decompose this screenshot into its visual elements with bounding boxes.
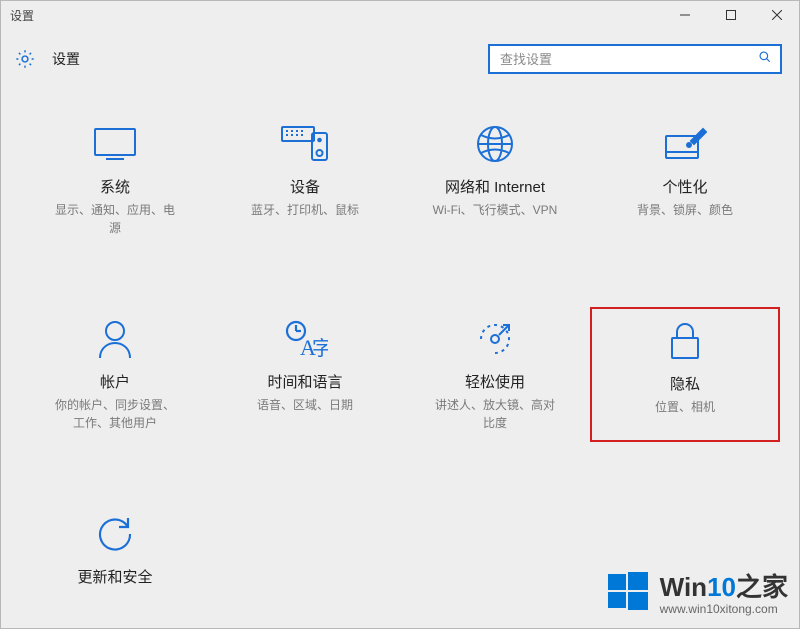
- tile-accounts[interactable]: 帐户 你的帐户、同步设置、 工作、其他用户: [20, 307, 210, 442]
- search-container: [488, 44, 782, 74]
- person-icon: [97, 317, 133, 361]
- tile-title: 时间和语言: [267, 371, 342, 392]
- tile-devices[interactable]: 设备 蓝牙、打印机、鼠标: [210, 112, 400, 247]
- ease-icon: [475, 317, 515, 361]
- tile-privacy[interactable]: 隐私 位置、相机: [590, 307, 780, 442]
- tile-title: 隐私: [670, 373, 700, 394]
- titlebar: 设置: [0, 0, 800, 30]
- tile-subtitle: 显示、通知、应用、电 源: [55, 201, 175, 237]
- maximize-button[interactable]: [708, 0, 754, 30]
- search-icon: [758, 50, 772, 69]
- watermark-text: Win10之家 www.win10xitong.com: [660, 573, 788, 617]
- paint-icon: [663, 122, 707, 166]
- windows-logo-icon: [606, 570, 650, 619]
- tile-subtitle: 背景、锁屏、颜色: [637, 201, 733, 219]
- display-icon: [92, 122, 138, 166]
- tile-subtitle: 你的帐户、同步设置、 工作、其他用户: [55, 396, 175, 432]
- time-language-icon: A 字: [282, 317, 328, 361]
- settings-grid: 系统 显示、通知、应用、电 源 设备 蓝牙、打印机、鼠标: [0, 82, 800, 601]
- page-title: 设置: [52, 49, 80, 69]
- watermark: Win10之家 www.win10xitong.com: [606, 570, 788, 619]
- svg-text:字: 字: [312, 337, 328, 359]
- tile-subtitle: Wi-Fi、飞行模式、VPN: [433, 201, 558, 219]
- window-title: 设置: [10, 7, 662, 24]
- close-button[interactable]: [754, 0, 800, 30]
- tile-title: 网络和 Internet: [445, 176, 545, 197]
- tile-personalization[interactable]: 个性化 背景、锁屏、颜色: [590, 112, 780, 247]
- watermark-brand: Win10之家: [660, 573, 788, 603]
- lock-icon: [668, 319, 702, 363]
- search-input[interactable]: [498, 51, 758, 68]
- tile-title: 更新和安全: [77, 566, 152, 587]
- brand-prefix: Win: [660, 572, 707, 602]
- tile-update-security[interactable]: 更新和安全: [20, 502, 210, 601]
- tile-title: 帐户: [100, 371, 130, 392]
- gear-icon: [14, 48, 36, 70]
- tile-title: 系统: [100, 176, 130, 197]
- tile-time-language[interactable]: A 字 时间和语言 语音、区域、日期: [210, 307, 400, 442]
- search-box[interactable]: [488, 44, 782, 74]
- window-controls: [662, 0, 800, 30]
- globe-icon: [475, 122, 515, 166]
- tile-system[interactable]: 系统 显示、通知、应用、电 源: [20, 112, 210, 247]
- devices-icon: [280, 122, 330, 166]
- brand-accent: 10: [707, 572, 736, 602]
- update-icon: [95, 512, 135, 556]
- tile-subtitle: 语音、区域、日期: [257, 396, 353, 414]
- minimize-button[interactable]: [662, 0, 708, 30]
- tile-title: 个性化: [662, 176, 707, 197]
- tile-subtitle: 位置、相机: [655, 398, 715, 416]
- tile-ease-of-access[interactable]: 轻松使用 讲述人、放大镜、高对 比度: [400, 307, 590, 442]
- tile-subtitle: 蓝牙、打印机、鼠标: [251, 201, 359, 219]
- tile-subtitle: 讲述人、放大镜、高对 比度: [435, 396, 555, 432]
- brand-suffix: 之家: [736, 572, 788, 602]
- header: 设置: [0, 30, 800, 82]
- tile-title: 轻松使用: [465, 371, 525, 392]
- watermark-url: www.win10xitong.com: [660, 603, 788, 617]
- tile-network[interactable]: 网络和 Internet Wi-Fi、飞行模式、VPN: [400, 112, 590, 247]
- tile-title: 设备: [290, 176, 320, 197]
